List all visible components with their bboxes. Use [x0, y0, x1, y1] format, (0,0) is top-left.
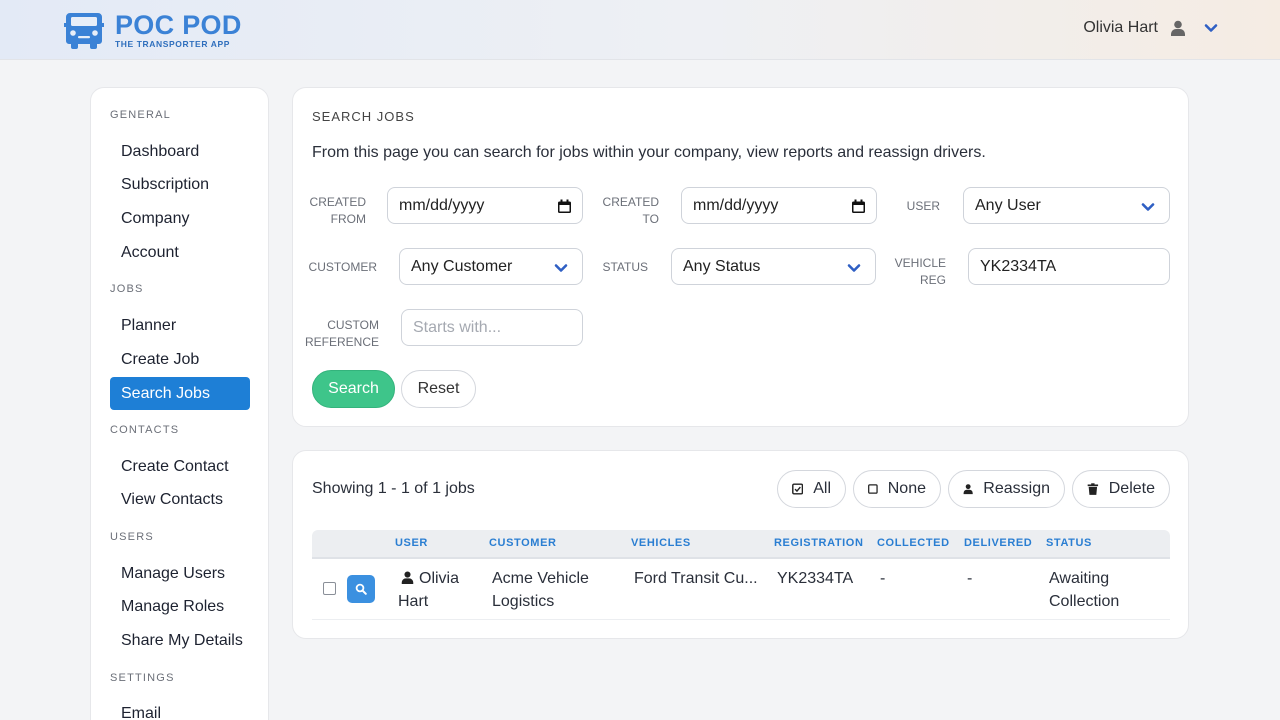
search-jobs-panel: SEARCH JOBS From this page you can searc… [292, 87, 1189, 427]
sidebar-item-dashboard[interactable]: Dashboard [110, 135, 250, 168]
created-to-date-input[interactable]: mm/dd/yyyy [681, 187, 877, 224]
delete-label: Delete [1108, 480, 1155, 497]
status-select[interactable]: Any Status [671, 248, 876, 285]
cell-customer: Acme Vehicle Logistics [492, 570, 589, 610]
results-panel: Showing 1 - 1 of 1 jobs All None Reassig… [292, 450, 1189, 639]
logo-title: POC POD [115, 9, 242, 40]
customer-filter-label: CUSTOMER [308, 260, 377, 274]
customer-select[interactable]: Any Customer [399, 248, 583, 285]
sidebar-section-users: USERS [110, 531, 154, 543]
created-to-label: CREATED TO [602, 195, 659, 226]
user-icon [1171, 20, 1185, 36]
created-from-value: mm/dd/yyyy [399, 196, 485, 214]
sidebar-item-email[interactable]: Email [110, 697, 250, 720]
column-header-vehicles[interactable]: VEHICLES [631, 537, 691, 549]
user-icon [963, 484, 973, 495]
sidebar-item-subscription[interactable]: Subscription [110, 168, 250, 201]
sidebar-item-planner[interactable]: Planner [110, 309, 250, 342]
cell-registration: YK2334TA [777, 570, 854, 587]
app-logo[interactable]: POC POD THE TRANSPORTER APP [63, 11, 242, 49]
user-select-value: Any User [975, 196, 1041, 214]
sidebar-section-general: GENERAL [110, 109, 171, 121]
calendar-icon[interactable] [557, 199, 572, 214]
sidebar-item-manage-users[interactable]: Manage Users [110, 557, 250, 590]
column-header-delivered[interactable]: DELIVERED [964, 537, 1032, 549]
sidebar-item-create-job[interactable]: Create Job [110, 343, 250, 376]
custom-reference-label: CUSTOM REFERENCE [304, 318, 379, 349]
cell-collected: - [880, 570, 886, 587]
customer-select-value: Any Customer [411, 257, 513, 275]
empty-square-icon [868, 484, 878, 494]
vehicle-reg-input[interactable]: YK2334TA [968, 248, 1170, 285]
cell-status: Awaiting Collection [1049, 570, 1120, 610]
column-header-user[interactable]: USER [395, 537, 428, 549]
chevron-down-icon[interactable] [1204, 21, 1218, 35]
logo-tagline: THE TRANSPORTER APP [115, 38, 230, 49]
sidebar-item-account[interactable]: Account [110, 236, 250, 269]
panel-title: SEARCH JOBS [312, 109, 415, 124]
reassign-button[interactable]: Reassign [948, 470, 1065, 508]
created-to-value: mm/dd/yyyy [693, 196, 779, 214]
select-none-label: None [887, 480, 926, 497]
results-summary: Showing 1 - 1 of 1 jobs [312, 480, 475, 497]
chevron-down-icon [554, 264, 568, 272]
sidebar-section-contacts: CONTACTS [110, 424, 180, 436]
created-from-label: CREATED FROM [309, 195, 366, 226]
view-job-button[interactable] [347, 575, 375, 603]
delete-button[interactable]: Delete [1072, 470, 1170, 508]
sidebar-item-manage-roles[interactable]: Manage Roles [110, 590, 250, 623]
user-filter-label: USER [906, 199, 940, 213]
reassign-label: Reassign [983, 480, 1050, 497]
custom-reference-input[interactable]: Starts with... [401, 309, 583, 346]
sidebar-item-company[interactable]: Company [110, 202, 250, 235]
sidebar-section-settings: SETTINGS [110, 672, 175, 684]
search-button[interactable]: Search [312, 370, 395, 408]
user-select[interactable]: Any User [963, 187, 1170, 224]
user-name: Olivia Hart [1083, 19, 1158, 36]
top-bar: POC POD THE TRANSPORTER APP Olivia Hart [0, 0, 1280, 60]
van-icon [64, 13, 104, 49]
vehicle-reg-label: VEHICLE REG [894, 256, 946, 287]
user-icon [401, 571, 414, 584]
sidebar-item-search-jobs[interactable]: Search Jobs [110, 377, 250, 410]
trash-icon [1087, 483, 1099, 495]
chevron-down-icon [847, 264, 861, 272]
sidebar: GENERAL Dashboard Subscription Company A… [90, 87, 269, 720]
table-row[interactable]: Olivia Hart Acme Vehicle Logistics Ford … [312, 559, 1170, 620]
status-filter-label: STATUS [602, 260, 648, 274]
sidebar-item-view-contacts[interactable]: View Contacts [110, 483, 250, 516]
sidebar-item-share-my-details[interactable]: Share My Details [110, 624, 250, 657]
checked-square-icon [792, 483, 804, 495]
table-header: USER CUSTOMER VEHICLES REGISTRATION COLL… [312, 530, 1170, 559]
select-all-button[interactable]: All [777, 470, 846, 508]
column-header-collected[interactable]: COLLECTED [877, 537, 950, 549]
calendar-icon[interactable] [851, 199, 866, 214]
select-all-label: All [813, 480, 831, 497]
chevron-down-icon [1141, 203, 1155, 211]
status-select-value: Any Status [683, 257, 761, 275]
column-header-registration[interactable]: REGISTRATION [774, 537, 864, 549]
search-icon [355, 583, 367, 595]
column-header-status[interactable]: STATUS [1046, 537, 1092, 549]
sidebar-section-jobs: JOBS [110, 283, 144, 295]
cell-vehicles: Ford Transit Cu... [634, 570, 758, 587]
row-checkbox[interactable] [323, 582, 336, 595]
sidebar-item-create-contact[interactable]: Create Contact [110, 450, 250, 483]
panel-intro: From this page you can search for jobs w… [312, 144, 986, 161]
jobs-table: USER CUSTOMER VEHICLES REGISTRATION COLL… [312, 530, 1170, 620]
user-menu[interactable]: Olivia Hart [1083, 19, 1218, 37]
column-header-customer[interactable]: CUSTOMER [489, 537, 557, 549]
cell-user: Olivia Hart [398, 567, 478, 613]
cell-delivered: - [967, 570, 973, 587]
reset-button[interactable]: Reset [401, 370, 476, 408]
created-from-date-input[interactable]: mm/dd/yyyy [387, 187, 583, 224]
select-none-button[interactable]: None [853, 470, 941, 508]
